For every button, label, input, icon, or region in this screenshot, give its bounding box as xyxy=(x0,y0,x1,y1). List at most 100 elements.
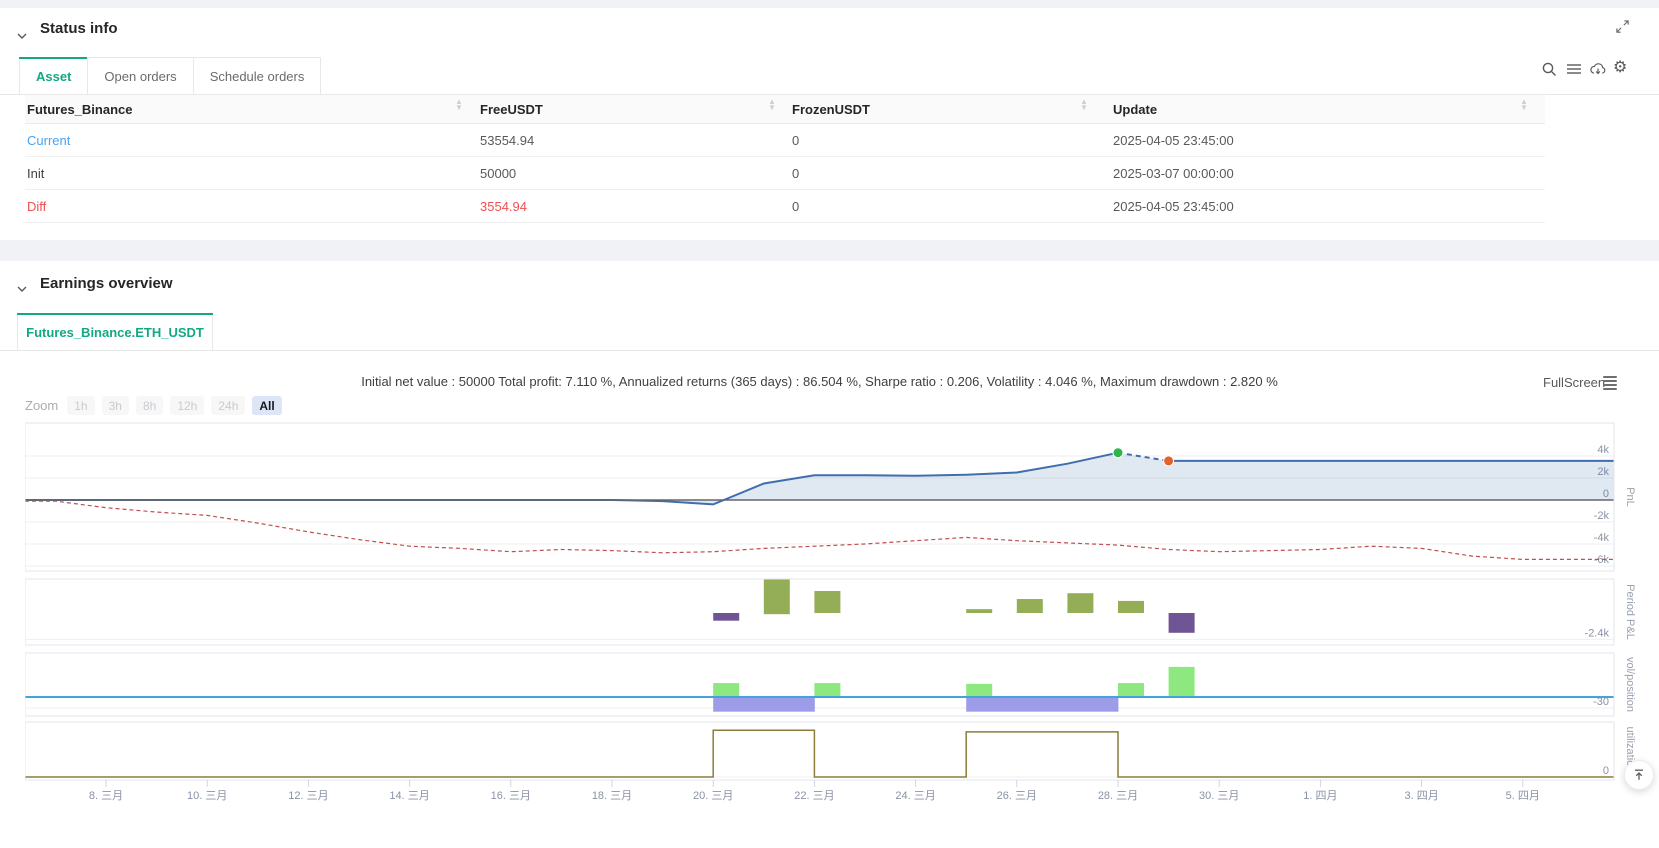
pnl-marker-point xyxy=(1163,455,1175,467)
status-info-section: Status info Asset Open orders Schedule o… xyxy=(0,8,1659,240)
period-p-l-bar xyxy=(713,613,740,621)
back-to-top-button[interactable] xyxy=(1624,760,1654,790)
x-date-label: 18. 三月 xyxy=(592,790,632,802)
period-p-l-bar xyxy=(1168,613,1195,633)
benchmark-return-line xyxy=(25,500,1614,560)
trade-vol-bar xyxy=(713,683,740,697)
search-icon[interactable] xyxy=(1540,60,1558,78)
col-frozen-usdt: FrozenUSDT xyxy=(792,101,870,117)
table-row-current: Current 53554.94 0 2025-04-05 23:45:00 xyxy=(25,124,1545,157)
x-date-label: 10. 三月 xyxy=(187,790,227,802)
table-row-init: Init 50000 0 2025-03-07 00:00:00 xyxy=(25,157,1545,190)
zoom-option-all[interactable]: All xyxy=(252,396,282,415)
zoom-option-1h[interactable]: 1h xyxy=(67,396,95,415)
tab-schedule-orders-label: Schedule orders xyxy=(209,69,305,84)
tab-open-orders[interactable]: Open orders xyxy=(87,57,194,95)
axis-value-label: 0 xyxy=(1603,765,1609,777)
sort-icon[interactable]: ▲ ▼ xyxy=(768,98,776,112)
back-to-top-icon xyxy=(1635,769,1643,780)
x-date-label: 1. 四月 xyxy=(1303,790,1337,802)
x-date-label: 3. 四月 xyxy=(1404,790,1438,802)
zoom-option-8h[interactable]: 8h xyxy=(135,396,164,415)
x-date-label: 30. 三月 xyxy=(1199,790,1239,802)
sort-icon[interactable]: ▲ ▼ xyxy=(455,98,463,112)
x-date-label: 8. 三月 xyxy=(89,790,123,802)
x-date-label: 12. 三月 xyxy=(288,790,328,802)
position-short-bar xyxy=(713,697,765,712)
earnings-chart[interactable]: 4k2k0-2k-4k-6k-2.4k-300PnLPeriod P&Lvol/… xyxy=(25,415,1659,813)
asset-table: Futures_Binance FreeUSDT FrozenUSDT Upda… xyxy=(25,95,1545,223)
chart-toolbox-icon[interactable] xyxy=(1603,376,1617,390)
trade-vol-bar xyxy=(1118,683,1144,697)
table-row-diff: Diff 3554.94 0 2025-04-05 23:45:00 xyxy=(25,190,1545,223)
period-p-l-bar xyxy=(1016,599,1043,613)
x-date-label: 24. 三月 xyxy=(895,790,935,802)
x-date-label: 14. 三月 xyxy=(389,790,429,802)
row-diff-free: 3554.94 xyxy=(480,198,527,214)
period-p-l-bar xyxy=(1118,600,1144,613)
period-p-l-bar xyxy=(814,591,841,613)
status-info-title: Status info xyxy=(40,20,118,37)
col-futures-binance: Futures_Binance xyxy=(27,101,133,117)
earnings-section: Earnings overview Futures_Binance.ETH_US… xyxy=(0,261,1659,848)
zoom-label: Zoom xyxy=(25,398,59,413)
tab-asset[interactable]: Asset xyxy=(19,57,89,95)
app-window: Status info Asset Open orders Schedule o… xyxy=(0,0,1659,848)
zoom-option-12h[interactable]: 12h xyxy=(170,396,205,415)
tab-open-orders-label: Open orders xyxy=(104,69,177,84)
fullscreen-button[interactable]: FullScreen xyxy=(1543,375,1605,390)
panel-name-label: vol/position xyxy=(1624,657,1636,712)
collapse-chevron-icon[interactable] xyxy=(16,30,28,42)
row-diff-frozen: 0 xyxy=(792,198,800,214)
sort-icon[interactable]: ▲ ▼ xyxy=(1080,98,1088,112)
sort-icon[interactable]: ▲ ▼ xyxy=(1520,98,1528,112)
row-init-label: Init xyxy=(27,165,45,181)
position-short-bar xyxy=(763,697,815,712)
cloud-download-icon[interactable] xyxy=(1589,60,1607,78)
row-diff-update: 2025-04-05 23:45:00 xyxy=(1113,198,1234,214)
position-short-bar xyxy=(1067,697,1119,712)
row-init-frozen: 0 xyxy=(792,165,800,181)
row-init-update: 2025-03-07 00:00:00 xyxy=(1113,165,1234,181)
row-current-label[interactable]: Current xyxy=(27,124,70,156)
earnings-title: Earnings overview xyxy=(40,275,173,292)
panel-name-label: Period P&L xyxy=(1624,584,1636,640)
zoom-range-row: Zoom 1h 3h 8h 12h 24h All xyxy=(25,396,282,415)
zoom-option-24h[interactable]: 24h xyxy=(211,396,246,415)
axis-value-label: 4k xyxy=(1597,444,1609,456)
tab-schedule-orders[interactable]: Schedule orders xyxy=(192,57,322,95)
position-short-bar xyxy=(966,697,1018,712)
performance-stats: Initial net value : 50000 Total profit: … xyxy=(361,374,1278,389)
asset-utilization-line xyxy=(25,729,1614,778)
tab-symbol-label: Futures_Binance.ETH_USDT xyxy=(26,325,204,340)
trade-vol-bar xyxy=(1168,666,1195,697)
x-date-label: 22. 三月 xyxy=(794,790,834,802)
collapse-chevron-icon[interactable] xyxy=(16,283,28,295)
period-p-l-bar xyxy=(763,579,790,615)
axis-value-label: -2.4k xyxy=(1585,627,1610,639)
row-diff-label: Diff xyxy=(27,198,47,214)
panel-border xyxy=(25,721,1615,781)
panel-name-label: PnL xyxy=(1624,487,1636,507)
earnings-tabs: Futures_Binance.ETH_USDT xyxy=(17,313,213,351)
row-init-free: 50000 xyxy=(480,165,517,181)
expand-icon[interactable] xyxy=(1615,19,1630,34)
pnl-marker-point xyxy=(1112,447,1124,459)
asset-table-header: Futures_Binance FreeUSDT FrozenUSDT Upda… xyxy=(25,95,1545,124)
gear-icon[interactable]: ⚙ xyxy=(1613,59,1631,77)
x-date-label: 5. 四月 xyxy=(1506,790,1540,802)
axis-value-label: -4k xyxy=(1594,532,1610,544)
status-tabs: Asset Open orders Schedule orders xyxy=(19,57,322,95)
x-date-label: 28. 三月 xyxy=(1098,790,1138,802)
menu-icon[interactable] xyxy=(1565,60,1583,78)
period-p-l-bar xyxy=(1067,593,1094,613)
zoom-option-3h[interactable]: 3h xyxy=(101,396,129,415)
col-free-usdt: FreeUSDT xyxy=(480,101,543,117)
x-date-label: 26. 三月 xyxy=(997,790,1037,802)
axis-value-label: -2k xyxy=(1594,510,1610,522)
zoom-buttons: 1h 3h 8h 12h 24h All xyxy=(67,396,282,415)
position-short-bar xyxy=(1016,697,1068,712)
col-update: Update xyxy=(1113,101,1158,117)
tab-asset-label: Asset xyxy=(36,69,72,84)
tab-futures-binance-eth-usdt[interactable]: Futures_Binance.ETH_USDT xyxy=(17,313,213,351)
